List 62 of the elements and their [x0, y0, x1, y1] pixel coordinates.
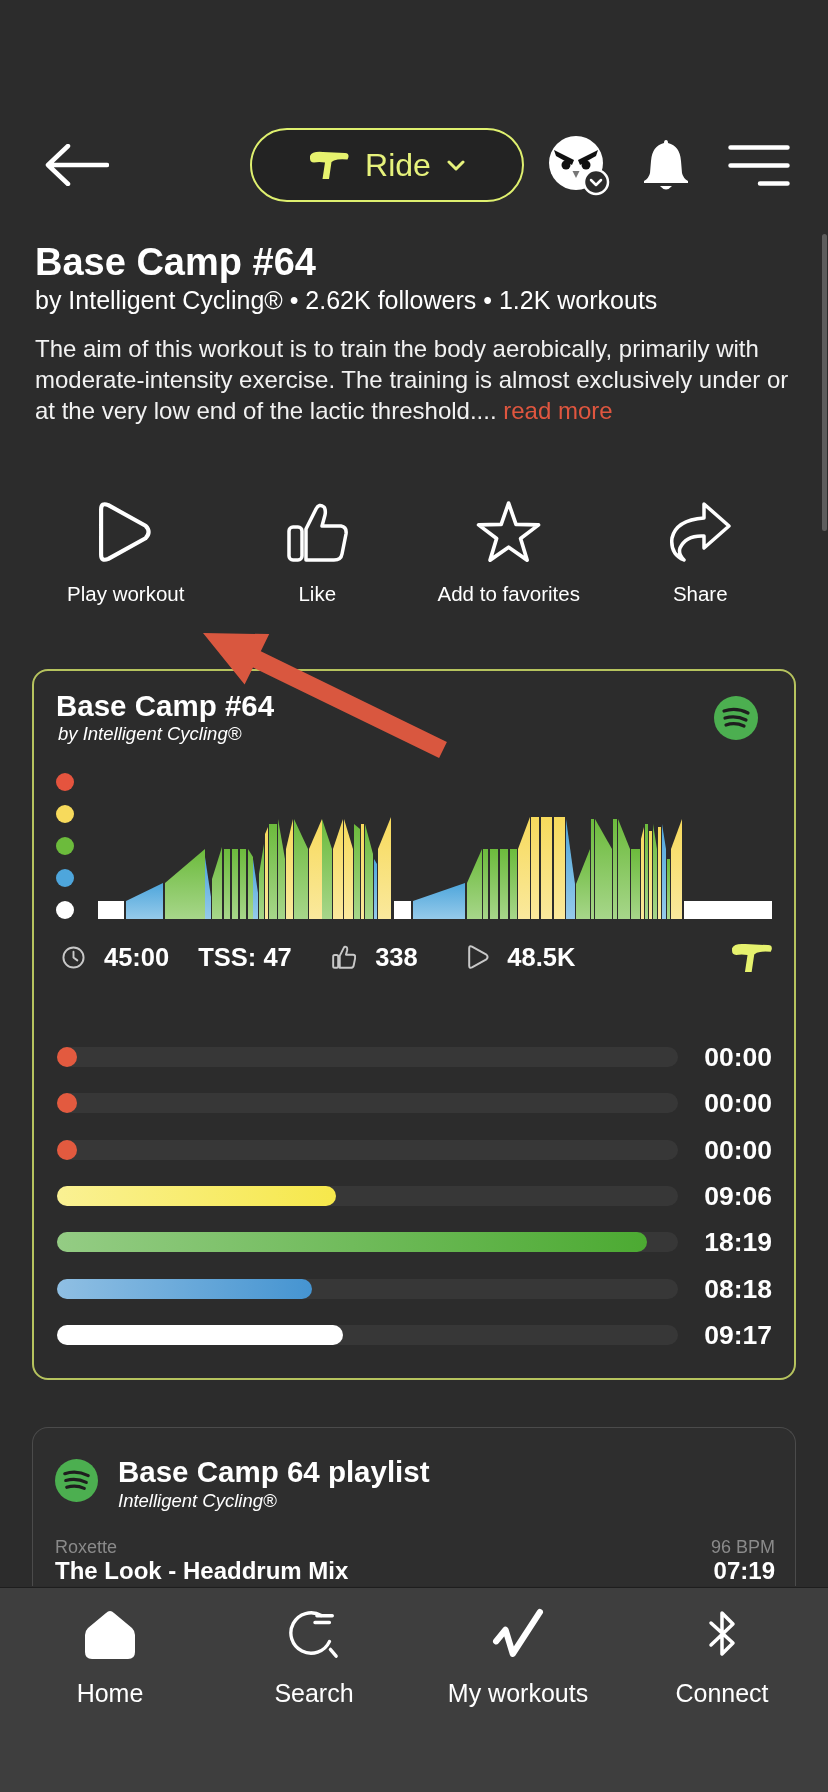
connect-tab[interactable]: Connect: [675, 1608, 769, 1707]
interval-bar: [413, 883, 465, 919]
home-icon: [83, 1608, 137, 1660]
zone-time: 09:17: [704, 1319, 772, 1350]
like-count: 338: [375, 942, 418, 972]
star-icon: [476, 501, 542, 563]
favorite-button[interactable]: Add to favorites: [437, 501, 580, 606]
clock-icon: [62, 945, 85, 969]
interval-bar: [232, 849, 238, 919]
playlist-card[interactable]: Base Camp 64 playlist Intelligent Cycling® Roxette 96 BPM The Look - Headdrum Mix 07:19: [32, 1427, 796, 1586]
zone-time: 00:00: [704, 1134, 772, 1165]
chevron-down-icon: [446, 159, 465, 171]
tss-value: TSS: 47: [198, 942, 292, 972]
workout-byline: by Intelligent Cycling® • 2.62K followers • 1.2K workouts: [35, 285, 658, 315]
track-artist: Roxette: [55, 1536, 118, 1558]
track-title: The Look - Headdrum Mix: [55, 1558, 349, 1584]
interval-bar: [126, 883, 163, 919]
share-button[interactable]: Share: [668, 501, 733, 606]
saddle-icon: [309, 150, 350, 180]
back-arrow-icon[interactable]: [45, 144, 109, 186]
zone-time: 08:18: [704, 1273, 772, 1304]
interval-bar: [490, 849, 498, 919]
play-icon: [467, 945, 490, 969]
like-button[interactable]: Like: [285, 501, 349, 606]
scrollbar-thumb[interactable]: [822, 234, 827, 531]
interval-bar: [224, 849, 230, 919]
thumbs-up-icon: [331, 945, 357, 969]
menu-icon[interactable]: [728, 144, 790, 186]
read-more-link[interactable]: read more: [503, 397, 613, 424]
workout-description: The aim of this workout is to train the body aerobically, primarily with moderate-intensity exercise. The training is almost exclusively under or at the very low end of the lactic threshold.... read more: [35, 334, 790, 426]
track-bpm: 96 BPM: [710, 1536, 775, 1558]
workout-card[interactable]: Base Camp #64 by Intelligent Cycling® 45:00 TSS: 47 338 48.5K 00:00 00:00 00:00 09:06 18:19 08:18 09:17: [32, 669, 796, 1380]
my-workouts-tab[interactable]: My workouts: [447, 1608, 589, 1707]
interval-bar: [394, 901, 411, 919]
checkmark-icon: [492, 1608, 544, 1660]
home-tab[interactable]: Home: [76, 1608, 144, 1707]
search-icon: [288, 1608, 340, 1660]
music-service-icon: [55, 1459, 98, 1502]
interval-bar: [240, 849, 246, 919]
owl-avatar-icon[interactable]: [548, 134, 610, 196]
search-tab[interactable]: Search: [274, 1608, 354, 1707]
sport-dropdown[interactable]: Ride: [250, 128, 524, 202]
saddle-icon: [730, 942, 772, 974]
music-service-icon[interactable]: [714, 696, 758, 740]
card-author: by Intelligent Cycling®: [58, 723, 242, 745]
play-count: 48.5K: [507, 942, 576, 972]
duration-value: 45:00: [104, 942, 170, 972]
play-icon: [97, 501, 154, 563]
zone-time: 18:19: [704, 1227, 772, 1258]
playlist-title: Base Camp 64 playlist: [118, 1457, 430, 1487]
zone-time: 00:00: [704, 1088, 772, 1119]
interval-bar: [500, 849, 508, 919]
zone-time: 09:06: [704, 1181, 772, 1212]
workout-title: Base Camp #64: [35, 240, 316, 284]
zone-time: 00:00: [704, 1042, 772, 1073]
playlist-author: Intelligent Cycling®: [118, 1490, 277, 1512]
track-duration: 07:19: [713, 1558, 775, 1584]
play-workout-button[interactable]: Play workout: [67, 501, 185, 606]
thumbs-up-icon: [285, 501, 349, 563]
share-icon: [668, 501, 733, 563]
card-title: Base Camp #64: [56, 689, 275, 723]
interval-bar: [98, 901, 124, 919]
